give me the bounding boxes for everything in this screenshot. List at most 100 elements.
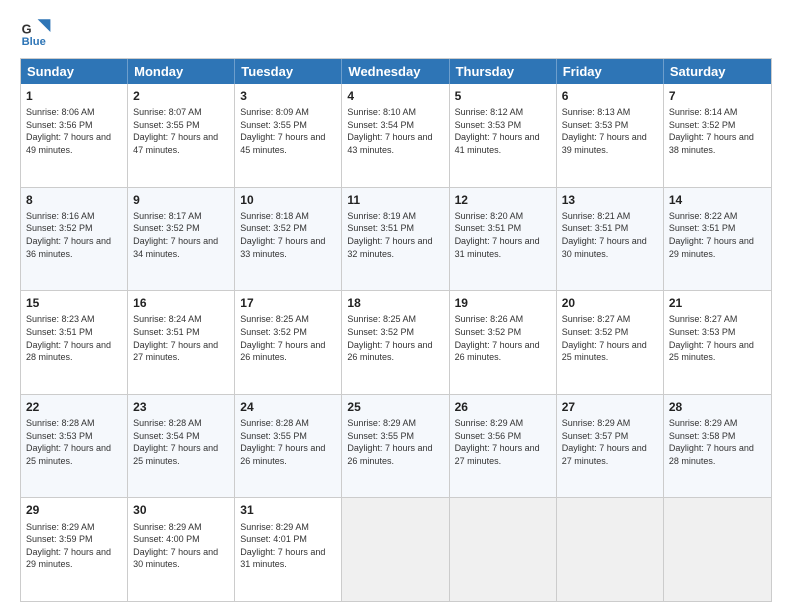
day-info: Sunrise: 8:16 AMSunset: 3:52 PMDaylight:… [26, 210, 122, 260]
day-number: 11 [347, 192, 443, 208]
calendar-day-30: 30Sunrise: 8:29 AMSunset: 4:00 PMDayligh… [128, 498, 235, 601]
weekday-header-friday: Friday [557, 59, 664, 84]
calendar-day-14: 14 Sunrise: 8:22 AMSunset: 3:51 PMDayligh… [664, 188, 771, 291]
day-info: Sunrise: 8:17 AMSunset: 3:52 PMDaylight:… [133, 210, 229, 260]
calendar-day-22: 22 Sunrise: 8:28 AMSunset: 3:53 PMDayligh… [21, 395, 128, 498]
calendar-day-10: 10Sunrise: 8:18 AMSunset: 3:52 PMDayligh… [235, 188, 342, 291]
calendar-day-2: 2Sunrise: 8:07 AMSunset: 3:55 PMDaylight… [128, 84, 235, 187]
day-info: Sunrise: 8:29 AMSunset: 3:59 PMDaylight:… [26, 521, 122, 571]
day-number: 29 [26, 502, 122, 518]
day-info: Sunrise: 8:29 AMSunset: 3:57 PMDaylight:… [562, 417, 658, 467]
day-info: Sunrise: 8:21 AMSunset: 3:51 PMDaylight:… [562, 210, 658, 260]
day-number: 5 [455, 88, 551, 104]
day-number: 6 [562, 88, 658, 104]
calendar-day-5: 5 Sunrise: 8:12 AMSunset: 3:53 PMDaylight… [450, 84, 557, 187]
day-info: Sunrise: 8:23 AMSunset: 3:51 PMDaylight:… [26, 313, 122, 363]
day-number: 27 [562, 399, 658, 415]
calendar-day-19: 19 Sunrise: 8:26 AMSunset: 3:52 PMDayligh… [450, 291, 557, 394]
calendar-day-28: 28Sunrise: 8:29 AMSunset: 3:58 PMDayligh… [664, 395, 771, 498]
day-number: 30 [133, 502, 229, 518]
calendar-day-31: 31 Sunrise: 8:29 AMSunset: 4:01 PMDayligh… [235, 498, 342, 601]
calendar-row-4: 22 Sunrise: 8:28 AMSunset: 3:53 PMDayligh… [21, 395, 771, 499]
calendar-day-15: 15 Sunrise: 8:23 AMSunset: 3:51 PMDayligh… [21, 291, 128, 394]
calendar-day-27: 27 Sunrise: 8:29 AMSunset: 3:57 PMDayligh… [557, 395, 664, 498]
day-number: 15 [26, 295, 122, 311]
calendar-day-20: 20 Sunrise: 8:27 AMSunset: 3:52 PMDayligh… [557, 291, 664, 394]
calendar-day-11: 11 Sunrise: 8:19 AMSunset: 3:51 PMDayligh… [342, 188, 449, 291]
weekday-header-monday: Monday [128, 59, 235, 84]
calendar-row-1: 1 Sunrise: 8:06 AMSunset: 3:56 PMDaylight… [21, 84, 771, 188]
day-info: Sunrise: 8:07 AMSunset: 3:55 PMDaylight:… [133, 106, 229, 156]
day-number: 13 [562, 192, 658, 208]
svg-text:Blue: Blue [22, 36, 46, 48]
day-number: 19 [455, 295, 551, 311]
day-info: Sunrise: 8:12 AMSunset: 3:53 PMDaylight:… [455, 106, 551, 156]
calendar-empty-cell [342, 498, 449, 601]
weekday-header-saturday: Saturday [664, 59, 771, 84]
calendar-page: G Blue SundayMondayTuesdayWednesdayThurs… [0, 0, 792, 612]
day-info: Sunrise: 8:25 AMSunset: 3:52 PMDaylight:… [347, 313, 443, 363]
day-info: Sunrise: 8:10 AMSunset: 3:54 PMDaylight:… [347, 106, 443, 156]
calendar-day-12: 12 Sunrise: 8:20 AMSunset: 3:51 PMDayligh… [450, 188, 557, 291]
calendar-row-2: 8 Sunrise: 8:16 AMSunset: 3:52 PMDaylight… [21, 188, 771, 292]
calendar-day-16: 16Sunrise: 8:24 AMSunset: 3:51 PMDayligh… [128, 291, 235, 394]
day-info: Sunrise: 8:26 AMSunset: 3:52 PMDaylight:… [455, 313, 551, 363]
day-info: Sunrise: 8:25 AMSunset: 3:52 PMDaylight:… [240, 313, 336, 363]
day-number: 28 [669, 399, 766, 415]
calendar-day-26: 26Sunrise: 8:29 AMSunset: 3:56 PMDayligh… [450, 395, 557, 498]
day-number: 20 [562, 295, 658, 311]
calendar-day-4: 4 Sunrise: 8:10 AMSunset: 3:54 PMDaylight… [342, 84, 449, 187]
day-info: Sunrise: 8:19 AMSunset: 3:51 PMDaylight:… [347, 210, 443, 260]
calendar-row-5: 29 Sunrise: 8:29 AMSunset: 3:59 PMDayligh… [21, 498, 771, 601]
calendar-day-25: 25 Sunrise: 8:29 AMSunset: 3:55 PMDayligh… [342, 395, 449, 498]
calendar-day-6: 6 Sunrise: 8:13 AMSunset: 3:53 PMDaylight… [557, 84, 664, 187]
day-number: 25 [347, 399, 443, 415]
calendar-day-9: 9 Sunrise: 8:17 AMSunset: 3:52 PMDaylight… [128, 188, 235, 291]
logo-icon: G Blue [20, 16, 52, 48]
calendar-day-21: 21Sunrise: 8:27 AMSunset: 3:53 PMDayligh… [664, 291, 771, 394]
day-info: Sunrise: 8:29 AMSunset: 3:56 PMDaylight:… [455, 417, 551, 467]
calendar-day-29: 29 Sunrise: 8:29 AMSunset: 3:59 PMDayligh… [21, 498, 128, 601]
day-number: 31 [240, 502, 336, 518]
calendar-day-13: 13 Sunrise: 8:21 AMSunset: 3:51 PMDayligh… [557, 188, 664, 291]
day-info: Sunrise: 8:28 AMSunset: 3:53 PMDaylight:… [26, 417, 122, 467]
calendar-day-7: 7Sunrise: 8:14 AMSunset: 3:52 PMDaylight… [664, 84, 771, 187]
weekday-header-wednesday: Wednesday [342, 59, 449, 84]
day-info: Sunrise: 8:09 AMSunset: 3:55 PMDaylight:… [240, 106, 336, 156]
day-number: 3 [240, 88, 336, 104]
header: G Blue [20, 16, 772, 48]
day-number: 22 [26, 399, 122, 415]
day-number: 12 [455, 192, 551, 208]
day-info: Sunrise: 8:06 AMSunset: 3:56 PMDaylight:… [26, 106, 122, 156]
day-number: 8 [26, 192, 122, 208]
day-info: Sunrise: 8:27 AMSunset: 3:52 PMDaylight:… [562, 313, 658, 363]
day-number: 4 [347, 88, 443, 104]
calendar-header: SundayMondayTuesdayWednesdayThursdayFrid… [21, 59, 771, 84]
day-info: Sunrise: 8:22 AMSunset: 3:51 PMDaylight:… [669, 210, 766, 260]
day-info: Sunrise: 8:28 AMSunset: 3:54 PMDaylight:… [133, 417, 229, 467]
day-info: Sunrise: 8:14 AMSunset: 3:52 PMDaylight:… [669, 106, 766, 156]
calendar: SundayMondayTuesdayWednesdayThursdayFrid… [20, 58, 772, 602]
logo: G Blue [20, 16, 56, 48]
day-info: Sunrise: 8:29 AMSunset: 4:01 PMDaylight:… [240, 521, 336, 571]
day-info: Sunrise: 8:29 AMSunset: 3:55 PMDaylight:… [347, 417, 443, 467]
day-number: 17 [240, 295, 336, 311]
calendar-day-24: 24Sunrise: 8:28 AMSunset: 3:55 PMDayligh… [235, 395, 342, 498]
day-number: 21 [669, 295, 766, 311]
calendar-day-1: 1 Sunrise: 8:06 AMSunset: 3:56 PMDaylight… [21, 84, 128, 187]
weekday-header-thursday: Thursday [450, 59, 557, 84]
day-info: Sunrise: 8:28 AMSunset: 3:55 PMDaylight:… [240, 417, 336, 467]
day-info: Sunrise: 8:13 AMSunset: 3:53 PMDaylight:… [562, 106, 658, 156]
day-number: 14 [669, 192, 766, 208]
calendar-empty-cell [450, 498, 557, 601]
day-info: Sunrise: 8:18 AMSunset: 3:52 PMDaylight:… [240, 210, 336, 260]
calendar-row-3: 15 Sunrise: 8:23 AMSunset: 3:51 PMDayligh… [21, 291, 771, 395]
day-number: 9 [133, 192, 229, 208]
calendar-body: 1 Sunrise: 8:06 AMSunset: 3:56 PMDaylight… [21, 84, 771, 601]
day-number: 1 [26, 88, 122, 104]
calendar-empty-cell [664, 498, 771, 601]
day-info: Sunrise: 8:20 AMSunset: 3:51 PMDaylight:… [455, 210, 551, 260]
svg-text:G: G [22, 22, 32, 37]
calendar-day-23: 23Sunrise: 8:28 AMSunset: 3:54 PMDayligh… [128, 395, 235, 498]
calendar-day-17: 17 Sunrise: 8:25 AMSunset: 3:52 PMDayligh… [235, 291, 342, 394]
